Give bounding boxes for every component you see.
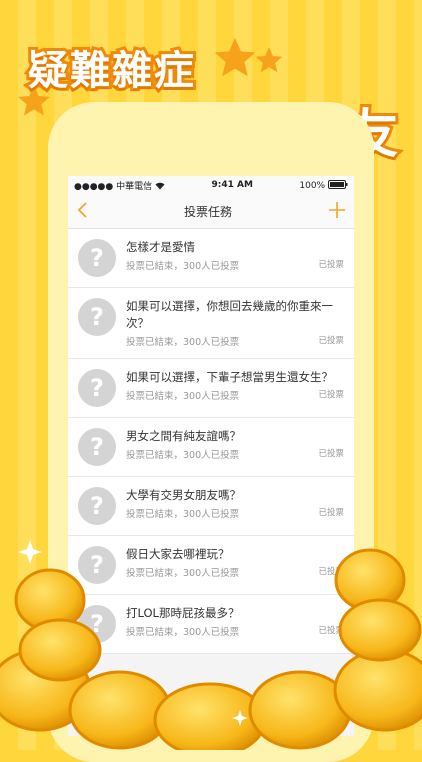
vote-item-body: 如果可以選擇，下輩子想當男生還女生？ 投票已結束，300人已投票 已投票 bbox=[126, 369, 344, 402]
chevron-left-icon bbox=[77, 201, 87, 218]
vote-meta: 投票已結束，300人已投票 已投票 bbox=[126, 506, 344, 520]
back-button[interactable] bbox=[76, 201, 88, 222]
vote-title: 如果可以選擇，下輩子想當男生還女生？ bbox=[126, 370, 333, 384]
status-bar: ●●●●● 中華電信 9:41 AM 100% bbox=[68, 176, 354, 194]
vote-list-item[interactable]: ? 如果可以選擇，下輩子想當男生還女生？ 投票已結束，300人已投票 已投票 bbox=[68, 359, 354, 418]
question-avatar-icon: ? bbox=[78, 428, 116, 466]
vote-title: 男女之間有純友誼嗎？ bbox=[126, 429, 241, 443]
banner-line-1: 疑難雜症 bbox=[25, 45, 197, 97]
star-icon bbox=[214, 37, 256, 77]
question-avatar-icon: ? bbox=[78, 239, 116, 277]
vote-status: 投票已結束，300人已投票 bbox=[126, 391, 240, 402]
vote-meta: 投票已結束，300人已投票 已投票 bbox=[126, 258, 344, 272]
vote-list-item[interactable]: ? 如果可以選擇，你想回去幾歲的你重來一次？ 投票已結束，300人已投票 已投票 bbox=[68, 288, 354, 359]
nav-bar: 投票任務 bbox=[68, 194, 354, 229]
question-avatar-icon: ? bbox=[78, 487, 116, 525]
vote-badge: 已投票 bbox=[318, 336, 344, 346]
vote-title: 如果可以選擇，你想回去幾歲的你重來一次？ bbox=[126, 299, 333, 330]
vote-status: 投票已結束，300人已投票 bbox=[126, 509, 240, 520]
battery-icon bbox=[327, 179, 348, 189]
vote-item-body: 怎樣才是愛情 投票已結束，300人已投票 已投票 bbox=[126, 239, 344, 272]
coin-icon bbox=[0, 548, 422, 750]
plus-icon bbox=[328, 201, 345, 218]
question-avatar-icon: ? bbox=[78, 369, 116, 407]
vote-item-body: 如果可以選擇，你想回去幾歲的你重來一次？ 投票已結束，300人已投票 已投票 bbox=[126, 298, 344, 348]
vote-title: 大學有交男女朋友嗎？ bbox=[126, 488, 241, 502]
nav-title: 投票任務 bbox=[183, 204, 232, 219]
vote-list-item[interactable]: ? 怎樣才是愛情 投票已結束，300人已投票 已投票 bbox=[68, 229, 354, 288]
vote-list-item[interactable]: ? 大學有交男女朋友嗎？ 投票已結束，300人已投票 已投票 bbox=[68, 477, 354, 536]
vote-list-item[interactable]: ? 男女之間有純友誼嗎？ 投票已結束，300人已投票 已投票 bbox=[68, 418, 354, 477]
vote-badge: 已投票 bbox=[318, 260, 344, 270]
vote-title: 怎樣才是愛情 bbox=[126, 240, 195, 254]
status-time: 9:41 AM bbox=[211, 180, 253, 190]
star-icon bbox=[255, 47, 283, 73]
wifi-icon bbox=[155, 182, 165, 189]
vote-badge: 已投票 bbox=[318, 449, 344, 459]
add-button[interactable] bbox=[328, 201, 346, 222]
coin-pile-decoration bbox=[0, 540, 422, 750]
vote-status: 投票已結束，300人已投票 bbox=[126, 261, 240, 272]
vote-meta: 投票已結束，300人已投票 已投票 bbox=[126, 447, 344, 461]
vote-badge: 已投票 bbox=[318, 508, 344, 518]
vote-status: 投票已結束，300人已投票 bbox=[126, 450, 240, 461]
vote-meta: 投票已結束，300人已投票 已投票 bbox=[126, 388, 344, 402]
battery-indicator: 100% bbox=[299, 179, 348, 191]
vote-meta: 投票已結束，300人已投票 已投票 bbox=[126, 334, 344, 348]
vote-item-body: 大學有交男女朋友嗎？ 投票已結束，300人已投票 已投票 bbox=[126, 487, 344, 520]
carrier-label: ●●●●● 中華電信 bbox=[74, 179, 165, 192]
vote-badge: 已投票 bbox=[318, 390, 344, 400]
vote-item-body: 男女之間有純友誼嗎？ 投票已結束，300人已投票 已投票 bbox=[126, 428, 344, 461]
question-avatar-icon: ? bbox=[78, 298, 116, 336]
vote-status: 投票已結束，300人已投票 bbox=[126, 337, 240, 348]
